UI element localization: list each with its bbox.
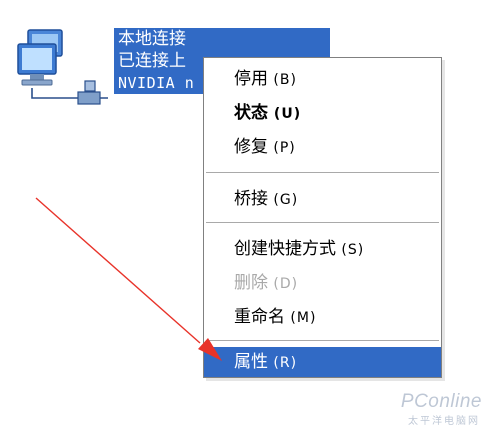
- menu-item-label: 重命名: [234, 307, 285, 327]
- menu-item-label: 停用: [234, 69, 268, 89]
- watermark-logo-text: PConline: [400, 391, 482, 412]
- network-connection-icon[interactable]: [14, 26, 112, 106]
- connection-name-label[interactable]: 本地连接: [114, 28, 330, 50]
- menu-item-label: 状态: [234, 103, 268, 123]
- menu-item-accelerator: (S): [341, 242, 365, 258]
- pconline-watermark: PConline 太平洋电脑网: [380, 383, 490, 431]
- menu-item-accelerator: (G): [273, 192, 299, 208]
- menu-item-status[interactable]: 状态 (U): [204, 96, 441, 130]
- menu-item-delete[interactable]: 删除 (D): [204, 266, 441, 300]
- menu-separator: [206, 222, 439, 224]
- menu-item-properties[interactable]: 属性 (R): [204, 347, 441, 377]
- menu-item-rename[interactable]: 重命名 (M): [204, 300, 441, 334]
- menu-item-label: 桥接: [234, 189, 268, 209]
- menu-item-accelerator: (D): [273, 276, 299, 292]
- menu-separator: [206, 172, 439, 174]
- menu-item-label: 删除: [234, 273, 268, 293]
- menu-item-create-shortcut[interactable]: 创建快捷方式 (S): [204, 232, 441, 266]
- watermark-subtext: 太平洋电脑网: [408, 416, 480, 427]
- menu-separator: [206, 340, 439, 342]
- menu-item-accelerator: (P): [273, 140, 296, 156]
- context-menu: 停用 (B) 状态 (U) 修复 (P) 桥接 (G) 创建快捷方式 (S) 删…: [203, 57, 442, 378]
- menu-item-label: 修复: [234, 137, 268, 157]
- connection-device-label: NVIDIA n: [114, 72, 214, 94]
- menu-item-accelerator: (U): [273, 106, 302, 122]
- menu-item-repair[interactable]: 修复 (P): [204, 130, 441, 164]
- menu-item-bridge[interactable]: 桥接 (G): [204, 182, 441, 216]
- menu-item-accelerator: (B): [273, 72, 297, 88]
- menu-item-accelerator: (M): [290, 310, 317, 326]
- menu-item-label: 属性: [234, 352, 268, 372]
- menu-item-accelerator: (R): [273, 355, 298, 371]
- menu-item-disable[interactable]: 停用 (B): [204, 62, 441, 96]
- menu-item-label: 创建快捷方式: [234, 239, 336, 259]
